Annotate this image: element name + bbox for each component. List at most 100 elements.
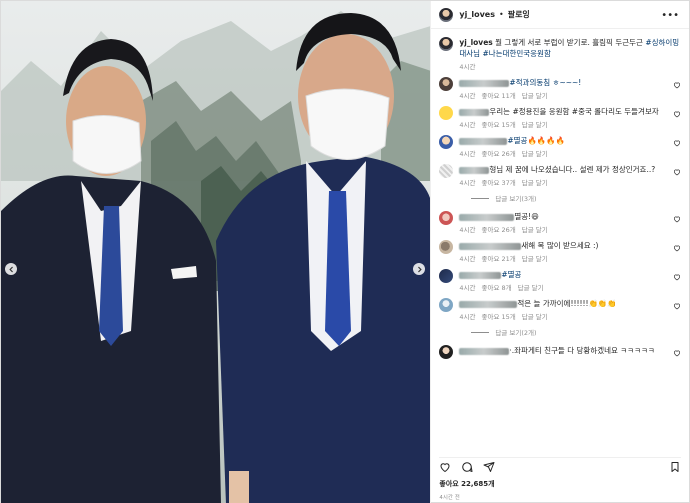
comment-likes[interactable]: 좋아요 37개 — [481, 179, 515, 187]
reply-button[interactable]: 답글 달기 — [518, 284, 544, 292]
commenter-avatar[interactable] — [439, 269, 454, 283]
heart-icon[interactable] — [673, 244, 681, 252]
commenter-avatar[interactable] — [439, 106, 454, 120]
comment-likes[interactable]: 좋아요 26개 — [481, 226, 515, 234]
comment-body: 우리는 #정용진을 응원함 #중국 롤다리도 두들겨보자 4시간 좋아요 15개 답글… — [459, 106, 681, 129]
heart-icon[interactable] — [673, 81, 681, 89]
commenter-avatar[interactable] — [439, 164, 454, 178]
comment-meta: 4시간 좋아요 26개 답글 달기 — [459, 148, 667, 158]
caption-username[interactable]: yj_loves — [459, 38, 492, 47]
comments-list[interactable]: yj_loves 뭘 그렇게 서로 부럽이 받기로. 흘림픽 두근두근 #싱하이… — [431, 37, 689, 449]
heart-icon[interactable] — [673, 168, 681, 176]
view-replies-label: 답글 보기(3개) — [495, 195, 537, 203]
comment-body: ·.좌파게티 친구들 다 당황하겠네요 ㅋㅋㅋㅋㅋ — [459, 345, 681, 359]
comment-time: 4시간 — [459, 121, 476, 129]
comment-content: 형님 제 꿈에 나오셨습니다.. 설렌 제가 정상인거죠..? — [489, 165, 656, 174]
commenter-avatar[interactable] — [439, 211, 454, 225]
caption-text: yj_loves 뭘 그렇게 서로 부럽이 받기로. 흘림픽 두근두근 #싱하이… — [459, 37, 681, 59]
reply-button[interactable]: 답글 달기 — [522, 313, 548, 321]
comment-time: 4시간 — [459, 255, 476, 263]
comment-body: 형님 제 꿈에 나오셨습니다.. 설렌 제가 정상인거죠..? 4시간 좋아요 37… — [459, 164, 681, 187]
carousel-prev-button[interactable] — [5, 263, 17, 275]
comment-content: 적은 늘 가까이에!!!!!!👏👏👏 — [517, 299, 617, 308]
author-avatar[interactable] — [439, 7, 454, 22]
comment-meta: 4시간 좋아요 21개 답글 달기 — [459, 253, 667, 263]
blurred-username[interactable] — [459, 108, 490, 116]
heart-icon[interactable] — [673, 110, 681, 118]
heart-icon[interactable] — [673, 215, 681, 223]
reply-button[interactable]: 답글 달기 — [522, 179, 548, 187]
caption-avatar[interactable] — [439, 37, 454, 51]
likes-count[interactable]: 좋아요 22,685개 — [439, 479, 494, 489]
post-header: yj_loves • 팔로잉 ••• — [431, 1, 689, 29]
comment-likes[interactable]: 좋아요 8개 — [481, 284, 511, 292]
comment-meta: 4시간 좋아요 8개 답글 달기 — [459, 282, 667, 292]
comment-item: #멸공🔥🔥🔥🔥 4시간 좋아요 26개 답글 달기 — [439, 135, 681, 158]
replies-line — [471, 197, 490, 199]
comment-content: #멸공🔥🔥🔥🔥 — [507, 136, 565, 145]
commenter-avatar[interactable] — [439, 77, 454, 91]
commenter-avatar[interactable] — [439, 240, 454, 254]
caption-time: 4시간 — [459, 63, 476, 71]
commenter-avatar[interactable] — [439, 298, 454, 312]
post-timestamp: 4시간 전 — [439, 495, 460, 501]
commenter-avatar[interactable] — [439, 135, 454, 149]
reply-button[interactable]: 답글 달기 — [522, 255, 548, 263]
comment-body: #멸공 4시간 좋아요 8개 답글 달기 — [459, 269, 681, 292]
post-actions — [439, 457, 681, 473]
replies-line — [471, 331, 490, 333]
comment-item: 형님 제 꿈에 나오셨습니다.. 설렌 제가 정상인거죠..? 4시간 좋아요 37… — [439, 164, 681, 187]
comment-likes[interactable]: 좋아요 21개 — [481, 255, 515, 263]
comment-item: 새해 복 많이 받으세요 :) 4시간 좋아요 21개 답글 달기 — [439, 240, 681, 263]
blurred-username[interactable] — [459, 137, 508, 145]
comment-likes[interactable]: 좋아요 15개 — [481, 313, 515, 321]
commenter-avatar[interactable] — [439, 345, 454, 359]
reply-button[interactable]: 답글 달기 — [522, 226, 548, 234]
comment-meta: 4시간 좋아요 15개 답글 달기 — [459, 311, 667, 321]
reply-button[interactable]: 답글 달기 — [522, 150, 548, 158]
bookmark-icon[interactable] — [669, 461, 681, 473]
heart-icon[interactable] — [673, 349, 681, 357]
heart-icon[interactable] — [673, 273, 681, 281]
reply-button[interactable]: 답글 달기 — [522, 121, 548, 129]
blurred-username[interactable] — [459, 347, 510, 355]
share-icon[interactable] — [483, 461, 495, 473]
comment-likes[interactable]: 좋아요 26개 — [481, 150, 515, 158]
blurred-username[interactable] — [459, 79, 510, 87]
heart-icon[interactable] — [673, 139, 681, 147]
comment-likes[interactable]: 좋아요 11개 — [481, 92, 515, 100]
following-button[interactable]: 팔로잉 — [508, 9, 530, 20]
comment-content: #멸공 — [501, 270, 522, 279]
comment-text: 우리는 #정용진을 응원함 #중국 롤다리도 두들겨보자 — [459, 106, 667, 117]
view-replies-button[interactable]: 답글 보기(3개) — [471, 193, 681, 203]
blurred-username[interactable] — [459, 300, 518, 308]
comment-text: #멸공🔥🔥🔥🔥 — [459, 135, 667, 146]
comment-content: ·.좌파게티 친구들 다 당황하겠네요 ㅋㅋㅋㅋㅋ — [509, 346, 655, 355]
chevron-left-icon — [8, 266, 13, 272]
comment-text: 적은 늘 가까이에!!!!!!👏👏👏 — [459, 298, 667, 309]
comment-body: #적과의동침 ㅎ~~~! 4시간 좋아요 11개 답글 달기 — [459, 77, 681, 100]
comment-meta: 4시간 좋아요 26개 답글 달기 — [459, 224, 667, 234]
comment-text: ·.좌파게티 친구들 다 당황하겠네요 ㅋㅋㅋㅋㅋ — [459, 345, 667, 356]
comment-items: #적과의동침 ㅎ~~~! 4시간 좋아요 11개 답글 달기 우리는 #정용진을 응원함… — [439, 77, 681, 359]
view-replies-button[interactable]: 답글 보기(2개) — [471, 327, 681, 337]
comment-item: ·.좌파게티 친구들 다 당황하겠네요 ㅋㅋㅋㅋㅋ — [439, 345, 681, 359]
author-username[interactable]: yj_loves — [459, 10, 495, 19]
reply-button[interactable]: 답글 달기 — [522, 92, 548, 100]
view-replies-label: 답글 보기(2개) — [495, 329, 537, 337]
comment-item: 우리는 #정용진을 응원함 #중국 롤다리도 두들겨보자 4시간 좋아요 15개 답글… — [439, 106, 681, 129]
heart-icon[interactable] — [439, 461, 451, 473]
blurred-username[interactable] — [459, 271, 502, 279]
blurred-username[interactable] — [459, 213, 515, 221]
post-photo[interactable] — [1, 1, 431, 503]
comment-content: 우리는 #정용진을 응원함 #중국 롤다리도 두들겨보자 — [489, 107, 659, 116]
comment-icon[interactable] — [461, 461, 473, 473]
blurred-username[interactable] — [459, 166, 490, 174]
more-icon[interactable]: ••• — [661, 10, 679, 21]
blurred-username[interactable] — [459, 242, 522, 250]
chevron-right-icon — [417, 266, 422, 272]
comment-likes[interactable]: 좋아요 15개 — [481, 121, 515, 129]
comment-content: 새해 복 많이 받으세요 :) — [521, 241, 599, 250]
carousel-next-button[interactable] — [413, 263, 425, 275]
heart-icon[interactable] — [673, 302, 681, 310]
